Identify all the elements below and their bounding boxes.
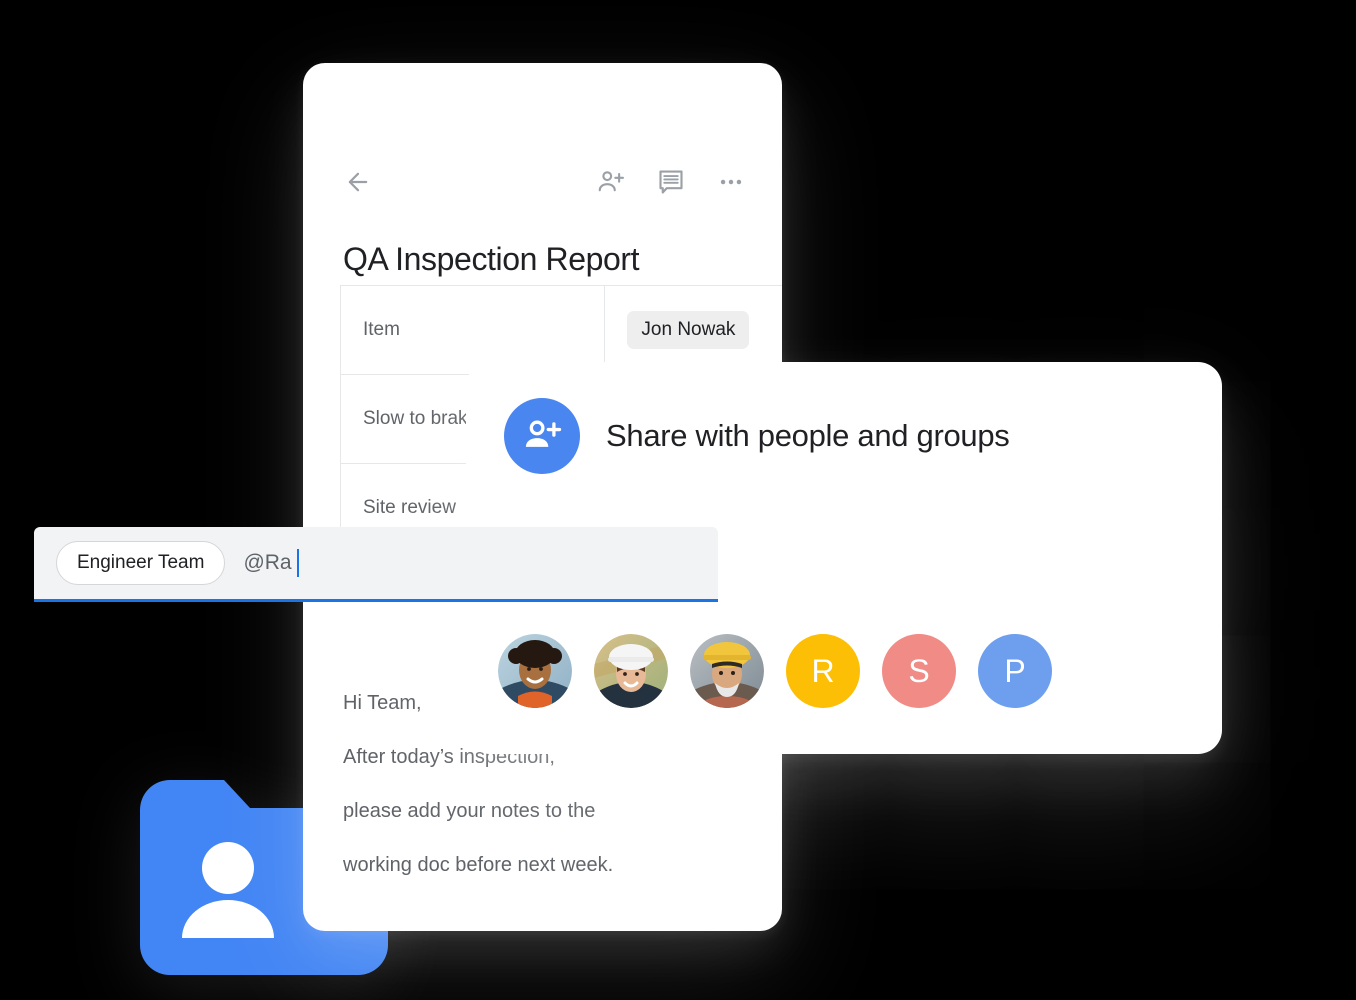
avatar-initial-r[interactable]: R: [786, 634, 860, 708]
recipient-chip-engineer-team[interactable]: Engineer Team: [56, 541, 226, 585]
document-toolbar: [303, 155, 782, 209]
table-cell-item: Item: [341, 286, 606, 374]
body-line-3: working doc before next week.: [343, 854, 614, 876]
avatar-photo-1[interactable]: [498, 634, 572, 708]
person-add-glyph: [525, 420, 562, 447]
avatar-photo-2-image: [594, 634, 668, 708]
more-vert-icon: [720, 179, 742, 185]
comments-button[interactable]: [654, 165, 688, 199]
share-dialog-header: Share with people and groups: [504, 398, 1010, 474]
comment-icon: [659, 170, 683, 194]
back-arrow-icon: [348, 172, 368, 192]
share-input-typed-wrap: @Ra: [243, 549, 299, 577]
person-add-icon: [504, 398, 580, 474]
avatar-initial-r-letter: R: [811, 652, 835, 689]
share-dialog-title: Share with people and groups: [606, 418, 1010, 453]
avatar-initial-s[interactable]: S: [882, 634, 956, 708]
share-button[interactable]: [594, 165, 628, 199]
share-input-value: @Ra: [243, 551, 292, 574]
avatar-photo-3-image: [690, 634, 764, 708]
suggested-people-row: R S P: [498, 634, 1052, 708]
avatar-initial-p-letter: P: [1004, 652, 1026, 689]
owner-chip[interactable]: Jon Nowak: [627, 311, 750, 349]
avatar-initial-p[interactable]: P: [978, 634, 1052, 708]
avatar-photo-2[interactable]: [594, 634, 668, 708]
share-input-group: Engineer Team @Ra: [34, 527, 718, 602]
input-underline: [34, 599, 718, 602]
more-options-button[interactable]: [714, 165, 748, 199]
text-caret: [296, 549, 299, 577]
screenshot-stage: QA Inspection Report Item Jon Nowak Slow…: [0, 0, 1356, 1000]
table-cell-owner: Jon Nowak: [605, 286, 782, 374]
body-line-2: please add your notes to the: [343, 800, 596, 822]
avatar-photo-1-image: [498, 634, 572, 708]
share-input-field[interactable]: Engineer Team @Ra: [34, 527, 718, 599]
page-title: QA Inspection Report: [343, 241, 640, 277]
back-button[interactable]: [341, 165, 375, 199]
avatar-initial-s-letter: S: [908, 652, 930, 689]
avatar-photo-3[interactable]: [690, 634, 764, 708]
table-row: Item Jon Nowak: [340, 285, 782, 374]
person-add-icon: [598, 171, 624, 192]
